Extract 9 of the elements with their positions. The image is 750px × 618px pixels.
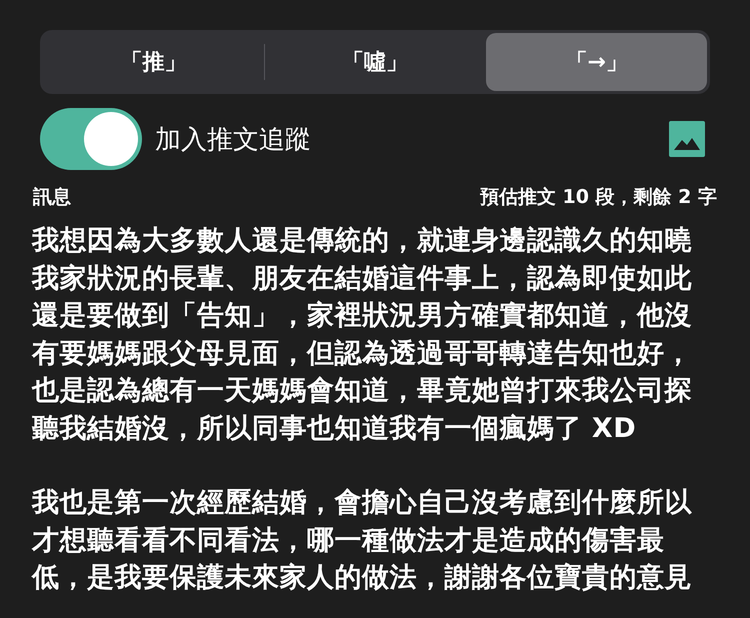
segment-tab[interactable]: 「→」	[486, 33, 708, 91]
message-paragraph: 我想因為大多數人還是傳統的，就連身邊認識久的知曉 我家狀況的長輩、朋友在結婚這件事上，認為即使如此 還是要做到「告知」，家裡狀況男方確實都知道，他沒 有要媽媽跟父母見面，但認為透過哥哥轉達告知也好， 也是認為總有一天媽媽會知道，畢竟她曾打來我公司探 聽我結婚沒，所以同事也知道我有一個瘋媽了 XD	[32, 224, 693, 446]
message-paragraph: 我也是第一次經歷結婚，會擔心自己沒考慮到什麼所以 才想聽看看不同看法，哪一種做法才是造成的傷害最 低，是我要保護未來家人的做法，謝謝各位寶貴的意見	[32, 486, 693, 595]
estimate-text: 預估推文 10 段，剩餘 2 字	[480, 185, 717, 210]
message-label: 訊息	[33, 185, 71, 210]
segment-tab[interactable]: 「噓」	[264, 33, 486, 91]
segment-tab[interactable]: 「推」	[43, 33, 264, 91]
toggle-label: 加入推文追蹤	[155, 124, 312, 156]
image-icon[interactable]	[669, 121, 705, 157]
